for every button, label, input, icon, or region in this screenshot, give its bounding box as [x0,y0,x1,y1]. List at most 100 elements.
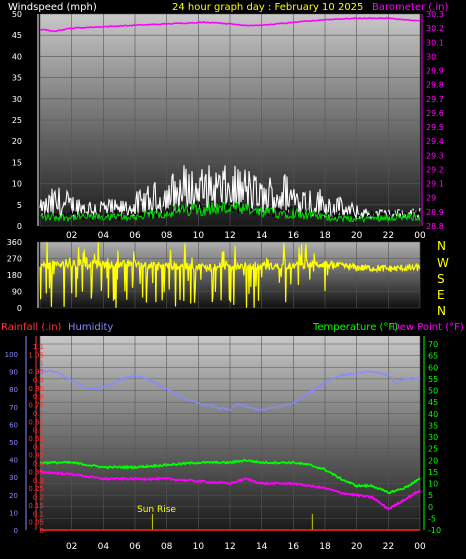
rain-y-tick-label: 0.15 [28,502,44,510]
humidity-y-tick-label: 90 [9,369,18,377]
x-tick-label-wind: 04 [98,231,110,241]
x-tick-label-temp: 12 [224,542,235,552]
x-tick-label-temp: 00 [414,542,426,552]
rain-y-tick-label: 1.05 [28,351,44,359]
sunrise-label: Sun Rise [137,505,176,515]
baro-y-tick-label: 29 [426,194,436,203]
baro-y-tick-label: 30.2 [426,24,444,33]
humidity-y-tick-label: 50 [9,439,18,447]
rain-y-tick-label: 1 [40,360,44,368]
humidity-y-tick-label: 0 [14,527,18,535]
weather-graph: Windspeed (mph) 24 hour graph day : Febr… [0,0,466,555]
compass-letter-e: E [437,288,445,302]
x-tick-label-temp: 08 [161,542,173,552]
rain-y-tick-label: 0.4 [33,460,45,468]
wind-y-tick-label: 30 [12,95,22,104]
baro-y-tick-label: 30.1 [426,38,444,47]
temperature-label: Temperature (°F) [312,322,398,333]
rain-y-tick-label: 0.9 [33,376,44,384]
weather-chart-svg: Windspeed (mph) 24 hour graph day : Febr… [1,2,464,552]
dir-y-tick-label: 180 [7,271,22,280]
rain-y-tick-label: 0.45 [28,452,44,460]
rain-y-tick-label: 0.85 [28,385,44,393]
baro-y-tick-label: 30.3 [426,10,444,19]
wind-y-tick-label: 50 [12,10,22,19]
temp-y-tick-label: 25 [428,445,438,454]
humidity-y-tick-label: 30 [9,474,18,482]
rain-y-tick-label: 0.35 [28,468,44,476]
rain-y-tick-label: 0.05 [28,519,44,527]
x-tick-label-wind: 20 [351,231,363,241]
temp-y-tick-label: 35 [428,421,438,430]
rain-y-tick-label: 0.25 [28,485,44,493]
x-tick-label-wind: 02 [66,231,77,241]
wind-y-tick-label: 40 [12,52,22,61]
compass-letter-w: W [437,256,449,270]
dir-y-tick-label: 90 [12,288,22,297]
x-tick-label-temp: 02 [66,542,77,552]
wind-y-tick-label: 45 [12,31,22,40]
rain-y-tick-label: 0.7 [33,410,44,418]
wind-y-tick-label: 10 [12,180,22,189]
temp-y-tick-label: -5 [428,514,436,523]
temp-y-tick-label: 5 [428,491,433,500]
compass-letter-n-bottom: N [437,304,446,318]
rain-label: Rainfall (.in) [1,322,62,333]
humidity-y-tick-label: 100 [5,351,18,359]
compass-letter-s: S [437,272,445,286]
rain-y-tick-label: 0.75 [28,402,44,410]
x-tick-label-wind: 14 [256,231,268,241]
baro-y-tick-label: 29.5 [426,123,444,132]
temp-y-tick-label: 30 [428,433,438,442]
humidity-y-tick-label: 10 [9,509,18,517]
header-center: 24 hour graph day : February 10 2025 [172,2,363,13]
x-tick-label-wind: 00 [414,231,426,241]
humidity-y-tick-label: 70 [9,404,18,412]
humidity-y-tick-label: 60 [9,421,18,429]
wind-y-tick-label: 0 [17,222,22,231]
x-tick-label-temp: 16 [288,542,300,552]
rain-y-tick-label: 0.8 [33,393,44,401]
temp-y-tick-label: 65 [428,352,438,361]
compass-letter-n-top: N [437,239,446,253]
rain-y-tick-label: 0.2 [33,494,44,502]
x-tick-label-temp: 22 [383,542,394,552]
temp-y-tick-label: -10 [428,526,441,535]
x-tick-label-wind: 22 [383,231,394,241]
x-tick-label-wind: 10 [193,231,205,241]
x-tick-label-wind: 06 [129,231,141,241]
baro-y-tick-label: 29.6 [426,109,444,118]
temp-y-tick-label: 60 [428,363,438,372]
baro-y-tick-label: 28.9 [426,208,444,217]
baro-y-tick-label: 29.4 [426,137,444,146]
wind-y-tick-label: 20 [12,137,22,146]
temp-y-tick-label: 10 [428,480,438,489]
temp-y-tick-label: 70 [428,340,438,349]
baro-y-tick-label: 29.2 [426,165,444,174]
temp-y-tick-label: 15 [428,468,438,477]
dir-y-tick-label: 270 [7,255,22,264]
rain-y-tick-label: 0.6 [33,427,45,435]
dir-y-tick-label: 0 [17,304,22,313]
wind-y-tick-label: 35 [12,74,22,83]
wind-y-tick-label: 5 [17,201,22,210]
x-tick-label-wind: 16 [288,231,300,241]
rain-y-tick-label: 0 [40,527,44,535]
wind-y-tick-label: 15 [12,158,22,167]
baro-y-tick-label: 29.8 [426,81,444,90]
dewpoint-label: Dew Point (°F) [392,322,464,333]
dir-y-tick-label: 360 [7,238,22,247]
rain-y-tick-label: 1.1 [33,343,44,351]
x-tick-label-temp: 14 [256,542,268,552]
rain-y-tick-label: 0.65 [28,418,44,426]
x-tick-label-temp: 18 [319,542,331,552]
x-tick-label-wind: 12 [224,231,235,241]
humidity-y-tick-label: 80 [9,386,18,394]
temp-y-tick-label: 0 [428,503,433,512]
baro-y-tick-label: 29.1 [426,180,444,189]
rain-y-tick-label: 0.95 [28,368,44,376]
rain-y-tick-label: 0.1 [33,510,44,518]
x-tick-label-wind: 18 [319,231,331,241]
baro-y-tick-label: 29.3 [426,151,444,160]
x-tick-label-temp: 06 [129,542,141,552]
